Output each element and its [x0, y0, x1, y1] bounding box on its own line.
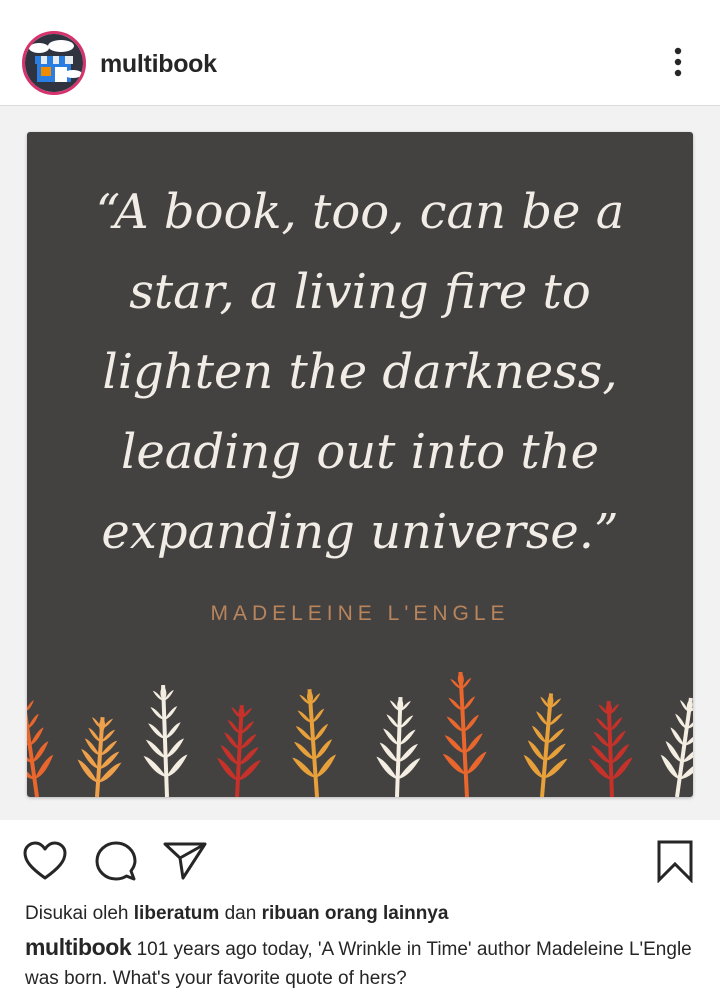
- leaf-sprig: [588, 700, 633, 797]
- quote-card: “A book, too, can be a star, a living fi…: [27, 132, 693, 797]
- leaf-sprig: [143, 684, 188, 797]
- save-button[interactable]: [652, 838, 698, 884]
- quote-line: expanding universe.”: [101, 504, 619, 560]
- leaf-sprig: [660, 697, 693, 797]
- share-icon: [163, 842, 207, 880]
- post-header: multibook: [0, 0, 720, 106]
- avatar[interactable]: [22, 31, 86, 95]
- leaf-sprig: [77, 717, 122, 797]
- comment-button[interactable]: [93, 838, 139, 884]
- leaf-sprig: [376, 696, 421, 797]
- leaf-sprig: [27, 697, 54, 797]
- post-username[interactable]: multibook: [100, 50, 217, 79]
- quote-line: star, a living fire to: [129, 264, 591, 320]
- leaf-sprig: [292, 689, 337, 797]
- heart-icon: [23, 841, 67, 880]
- post-caption: multibook 101 years ago today, 'A Wrinkl…: [25, 933, 705, 993]
- leaf-sprig: [442, 672, 487, 797]
- comment-icon: [95, 841, 137, 881]
- more-options-button[interactable]: [660, 44, 696, 80]
- leaf-sprig: [217, 705, 261, 797]
- quote-line: “A book, too, can be a: [95, 184, 625, 240]
- post-image[interactable]: “A book, too, can be a star, a living fi…: [0, 106, 720, 820]
- store-logo-icon: [25, 34, 83, 92]
- leaves-decoration: [27, 672, 693, 797]
- bookmark-icon: [657, 840, 693, 883]
- likes-others[interactable]: ribuan orang lainnya: [262, 903, 449, 924]
- action-bar: [0, 820, 720, 900]
- quote-text: “A book, too, can be a star, a living fi…: [27, 172, 693, 572]
- likes-prefix: Disukai oleh: [25, 903, 129, 924]
- quote-line: lighten the darkness,: [102, 344, 618, 400]
- likes-middle: dan: [224, 903, 257, 924]
- caption-username[interactable]: multibook: [25, 934, 132, 960]
- leaf-sprig: [523, 693, 568, 797]
- quote-line: leading out into the: [120, 424, 600, 480]
- likes-summary: Disukai oleh liberatum dan ribuan orang …: [25, 903, 448, 925]
- quote-author: MADELEINE L'ENGLE: [210, 602, 510, 625]
- like-button[interactable]: [22, 838, 68, 884]
- share-button[interactable]: [162, 838, 208, 884]
- liked-by-user[interactable]: liberatum: [134, 903, 220, 924]
- more-vertical-icon: [674, 47, 682, 77]
